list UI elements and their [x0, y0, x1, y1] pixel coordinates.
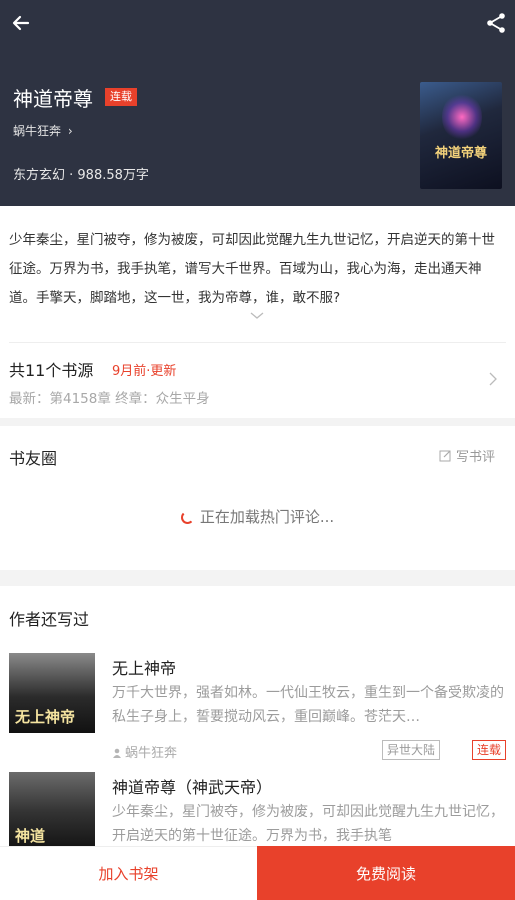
- list-item[interactable]: 无上神帝 无上神帝 万千大世界，强者如林。一代仙王牧云，重生到一个备受欺凌的私生…: [0, 653, 515, 769]
- section-title-circle: 书友圈: [9, 449, 58, 468]
- book-header: 神道帝尊 连载 蜗牛狂奔 › 东方玄幻 · 988.58万字 神道帝尊: [0, 0, 515, 206]
- bottom-action-bar: 加入书架 免费阅读: [0, 846, 515, 900]
- edit-icon: [439, 450, 451, 462]
- write-review-label: 写书评: [455, 450, 495, 465]
- read-free-button[interactable]: 免费阅读: [257, 846, 515, 900]
- book-circle-panel: 书友圈 写书评 正在加载热门评论...: [0, 426, 515, 570]
- chevron-right-icon: [489, 372, 497, 386]
- sources-update: 9月前·更新: [112, 364, 177, 379]
- loading-spinner-icon: [180, 511, 194, 524]
- book-sources[interactable]: 共11个书源 9月前·更新 最新：第4158章 终章：众生平身: [0, 344, 515, 414]
- cover-title: 神道帝尊: [434, 146, 487, 161]
- book-thumbnail: 神道: [9, 772, 95, 852]
- divider: [9, 342, 506, 343]
- book-item-desc: 少年秦尘，星门被夺，修为被废，可却因此觉醒九生九世记忆，开启逆天的第十世征途。万…: [112, 804, 504, 844]
- person-icon: [113, 748, 121, 758]
- cover-art: [442, 92, 482, 142]
- add-to-shelf-button[interactable]: 加入书架: [0, 846, 257, 900]
- write-review-button[interactable]: 写书评: [439, 446, 495, 465]
- book-item-desc: 万千大世界，强者如林。一代仙王牧云，重生到一个备受欺凌的私生子身上，誓要搅动风云…: [112, 685, 504, 725]
- intro-panel: 少年秦尘，星门被夺，修为被废，可却因此觉醒九生九世记忆，开启逆天的第十世征途。万…: [0, 206, 515, 418]
- status-tag: 连载: [471, 740, 506, 760]
- author-link[interactable]: 蜗牛狂奔 ›: [13, 122, 73, 139]
- latest-chapter: 最新：第4158章 终章：众生平身: [9, 391, 210, 407]
- section-title-author-books: 作者还写过: [9, 610, 90, 629]
- book-item-title: 神道帝尊（神武天帝）: [112, 778, 273, 797]
- genre-tag: 异世大陆: [381, 740, 440, 760]
- status-badge: 连载: [105, 88, 137, 106]
- book-thumbnail: 无上神帝: [9, 653, 95, 733]
- thumbnail-title: 神道: [15, 827, 46, 845]
- book-item-author: 蜗牛狂奔: [112, 742, 177, 761]
- author-name: 蜗牛狂奔: [13, 124, 62, 138]
- book-title: 神道帝尊: [13, 87, 93, 111]
- book-meta: 东方玄幻 · 988.58万字: [13, 168, 149, 183]
- loading-text: 正在加载热门评论...: [199, 508, 335, 526]
- arrow-left-icon[interactable]: [10, 12, 32, 34]
- chevron-right-icon: ›: [67, 124, 73, 138]
- share-icon[interactable]: [485, 12, 507, 34]
- author-name: 蜗牛狂奔: [125, 746, 178, 761]
- thumbnail-title: 无上神帝: [15, 708, 76, 726]
- loading-comments: 正在加载热门评论...: [0, 506, 515, 527]
- chevron-down-icon[interactable]: [250, 312, 264, 320]
- sources-title: 共11个书源: [9, 361, 94, 380]
- book-cover: 神道帝尊: [420, 82, 502, 189]
- synopsis: 少年秦尘，星门被夺，修为被废，可却因此觉醒九生九世记忆，开启逆天的第十世征途。万…: [9, 232, 495, 306]
- book-item-title: 无上神帝: [112, 659, 177, 678]
